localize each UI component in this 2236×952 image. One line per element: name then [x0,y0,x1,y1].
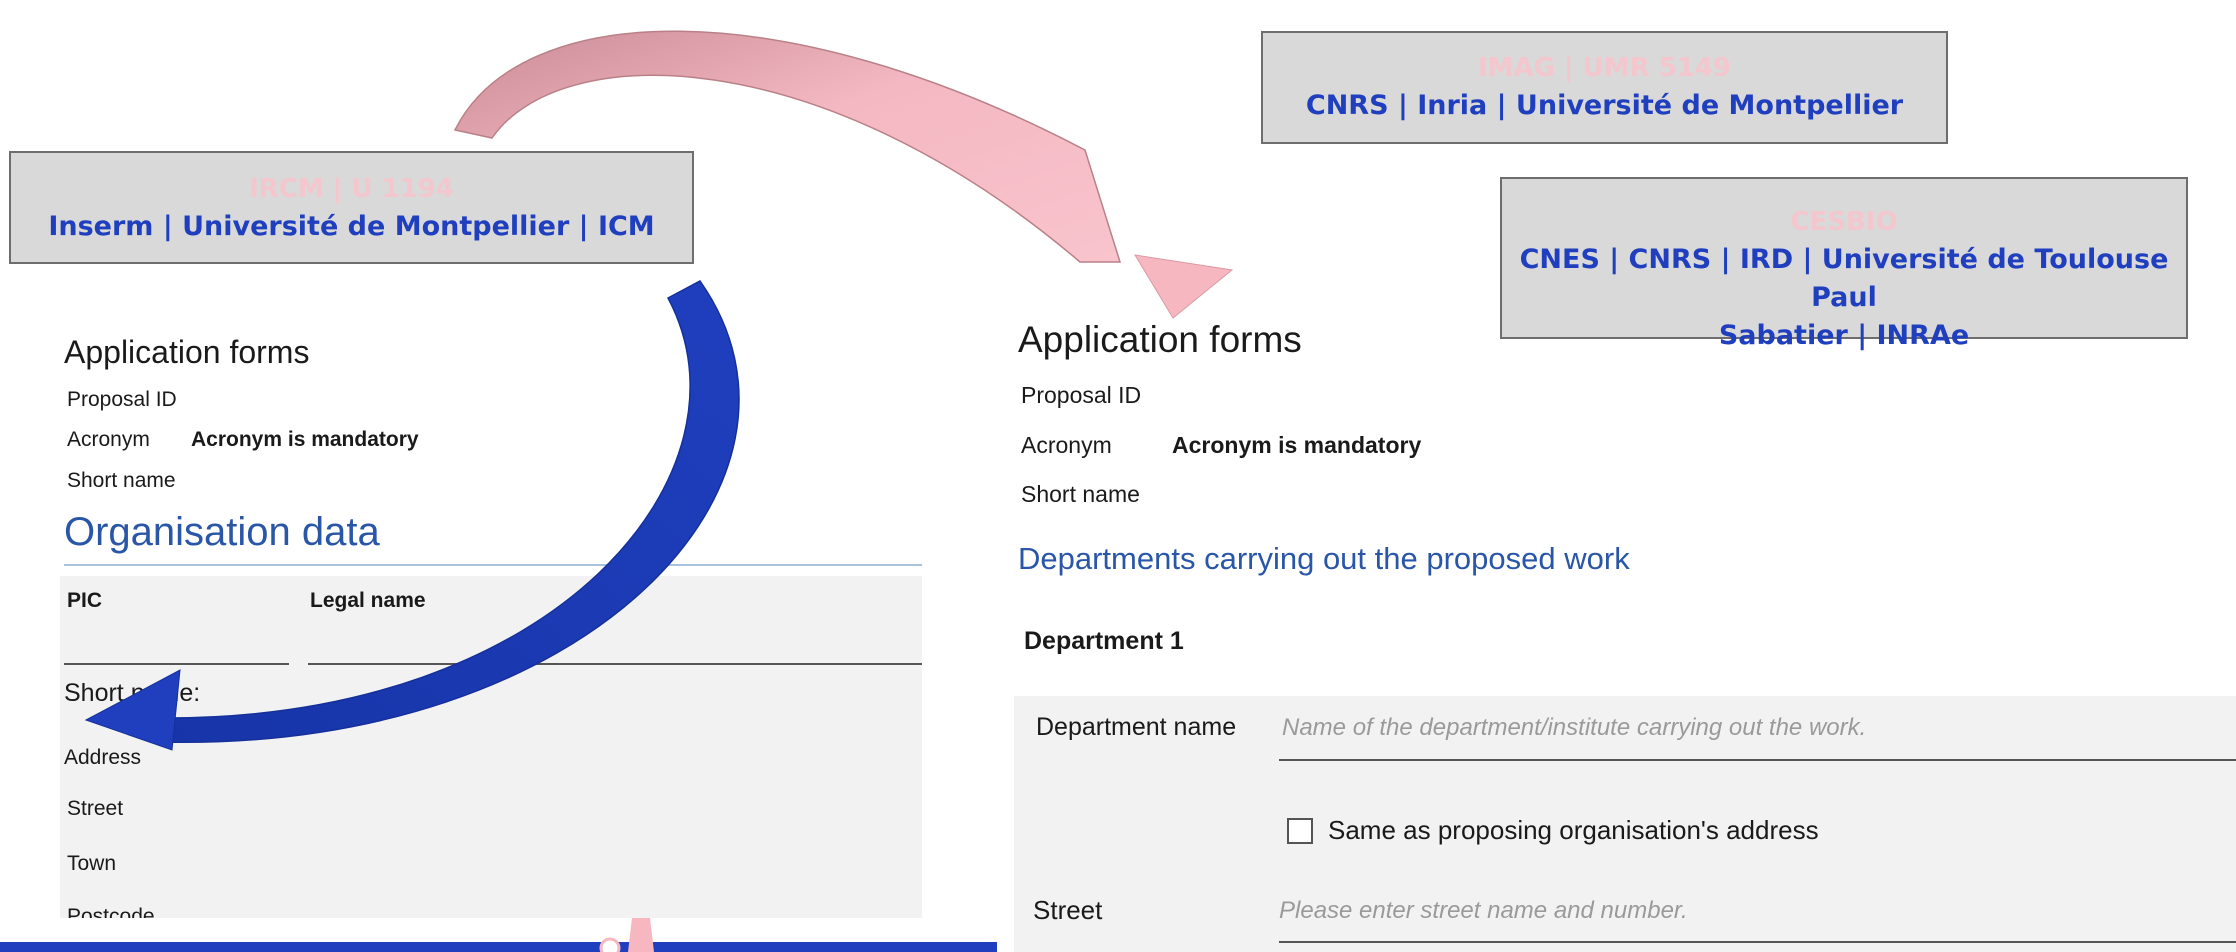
left-organisation-panel [60,576,922,918]
street-input[interactable]: Please enter street name and number. [1279,897,1688,925]
postcode-clip: Postcode [60,900,922,918]
left-proposal-id-label: Proposal ID [67,388,177,411]
left-section-divider [64,564,922,566]
right-proposal-id-label: Proposal ID [1021,382,1142,408]
department-name-input[interactable]: Name of the department/institute carryin… [1282,714,1866,742]
town-label: Town [67,852,117,875]
left-acronym-label: Acronym [67,428,150,451]
right-acronym-value: Acronym is mandatory [1172,432,1422,458]
left-street-label: Street [67,797,124,820]
right-street-label: Street [1033,895,1103,925]
ircm-lab-affiliation: Inserm | Université de Montpellier | ICM [48,211,655,242]
cesbio-lab-affiliation-line2: Sabatier | INRAe [1718,320,1970,351]
legal-name-label: Legal name [310,589,426,612]
imag-lab-affiliation: CNRS | Inria | Université de Montpellier [1305,90,1904,121]
same-address-label: Same as proposing organisation's address [1328,815,1819,845]
legal-name-field[interactable] [308,663,922,665]
right-acronym-label: Acronym [1021,432,1112,458]
pic-field[interactable] [64,663,289,665]
right-section-title: Departments carrying out the proposed wo… [1018,541,1630,576]
left-short-name-label: Short name [67,469,176,492]
right-short-name-label: Short name [1021,481,1140,507]
pic-label: PIC [67,589,103,612]
cesbio-lab-affiliation-line1: CNES | CNRS | IRD | Université de Toulou… [1519,244,2169,313]
left-section-title: Organisation data [64,510,380,554]
bottom-blue-bar [0,942,997,952]
cesbio-lab-box: CESBIO CNES | CNRS | IRD | Université de… [1500,177,2188,351]
short-name-field-label: Short name: [64,679,201,707]
imag-lab-name: IMAG | UMR 5149 [1477,53,1732,83]
department-name-label: Department name [1036,713,1237,741]
cesbio-lab-name: CESBIO [1790,207,1898,237]
right-form-title: Application forms [1018,319,1302,360]
ircm-lab-box: IRCM | U 1194 Inserm | Université de Mon… [9,151,694,264]
department-name-underline [1279,759,2236,761]
same-address-checkbox[interactable] [1287,818,1313,844]
street-underline [1279,941,2236,943]
department-heading: Department 1 [1024,627,1184,655]
ircm-lab-name: IRCM | U 1194 [249,174,454,204]
left-form-title: Application forms [64,334,310,370]
imag-lab-box: IMAG | UMR 5149 CNRS | Inria | Universit… [1261,31,1948,144]
postcode-label: Postcode [67,905,155,918]
address-label: Address [64,746,142,769]
left-acronym-value: Acronym is mandatory [191,428,419,451]
